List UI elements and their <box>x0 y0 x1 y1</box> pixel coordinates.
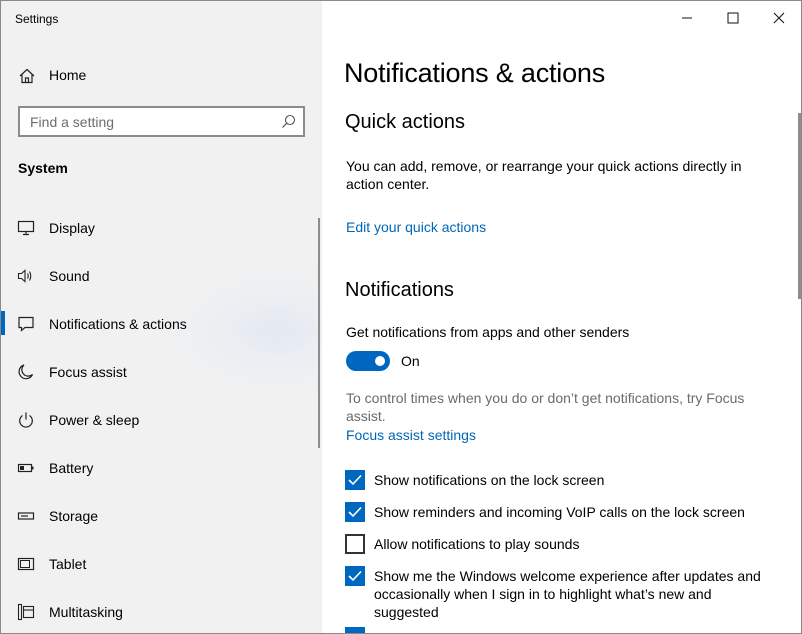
selection-indicator <box>1 311 5 335</box>
sidebar-item-display[interactable]: Display <box>1 207 319 247</box>
sidebar-item-label: Sound <box>49 268 90 284</box>
checkbox-label: Show me the Windows welcome experience a… <box>374 568 761 620</box>
sidebar-scrollbar[interactable] <box>318 218 320 448</box>
moon-icon <box>17 363 35 381</box>
sidebar-item-storage[interactable]: Storage <box>1 495 319 535</box>
checkbox[interactable] <box>345 566 365 586</box>
sidebar-item-label: Notifications & actions <box>49 316 187 332</box>
focus-assist-settings-link[interactable]: Focus assist settings <box>346 427 476 443</box>
notification-icon <box>17 315 35 333</box>
sidebar-item-sound[interactable]: Sound <box>1 255 319 295</box>
search-icon[interactable] <box>281 114 296 129</box>
main-scrollbar[interactable] <box>798 113 801 299</box>
home-icon <box>18 67 36 85</box>
get-notifications-label: Get notifications from apps and other se… <box>346 324 630 340</box>
monitor-icon <box>17 219 35 237</box>
sidebar-item-multitasking[interactable]: Multitasking <box>1 591 319 631</box>
checkbox[interactable] <box>345 470 365 490</box>
checkbox[interactable] <box>345 502 365 522</box>
sidebar-item-notifications[interactable]: Notifications & actions <box>1 303 319 343</box>
sidebar-item-label: Tablet <box>49 556 87 572</box>
page-title: Notifications & actions <box>344 58 606 88</box>
edit-quick-actions-link[interactable]: Edit your quick actions <box>346 219 486 235</box>
checkbox-label: Show reminders and incoming VoIP calls o… <box>374 504 745 520</box>
storage-icon <box>17 507 35 525</box>
toggle-state-label: On <box>401 353 420 369</box>
window-title: Settings <box>15 12 59 26</box>
checkbox[interactable] <box>345 534 365 554</box>
sidebar-item-tablet[interactable]: Tablet <box>1 543 319 583</box>
sidebar-item-focus-assist[interactable]: Focus assist <box>1 351 319 391</box>
sidebar-item-power-sleep[interactable]: Power & sleep <box>1 399 319 439</box>
sidebar-item-battery[interactable]: Battery <box>1 447 319 487</box>
tablet-icon <box>17 555 35 573</box>
checkbox-label: Show notifications on the lock screen <box>374 472 605 488</box>
notifications-heading: Notifications <box>345 279 454 301</box>
sidebar-item-label: Multitasking <box>49 604 123 620</box>
speaker-icon <box>17 267 35 285</box>
sidebar-item-label: Power & sleep <box>49 412 140 428</box>
search-box[interactable] <box>18 106 305 137</box>
battery-icon <box>17 459 35 477</box>
sidebar-item-label: Focus assist <box>49 364 127 380</box>
checkbox[interactable] <box>345 627 365 633</box>
section-label-system: System <box>18 160 68 176</box>
checkbox-label: Allow notifications to play sounds <box>374 536 580 552</box>
home-nav-item[interactable]: Home <box>1 59 322 91</box>
sidebar-item-label: Storage <box>49 508 99 524</box>
sidebar-item-label: Display <box>49 220 95 236</box>
quick-actions-description: You can add, remove, or rearrange your q… <box>346 158 742 192</box>
multitasking-icon <box>17 603 35 621</box>
power-icon <box>17 411 35 429</box>
search-input[interactable] <box>20 108 275 135</box>
quick-actions-heading: Quick actions <box>345 111 466 133</box>
toggle-knob <box>375 356 385 366</box>
notifications-toggle[interactable] <box>346 351 390 371</box>
focus-assist-hint: To control times when you do or don’t ge… <box>346 390 745 424</box>
home-label: Home <box>49 67 87 83</box>
sidebar-item-label: Battery <box>49 460 94 476</box>
settings-window: Settings Home System Display Sound <box>0 0 802 634</box>
main-content: Notifications & actions Quick actions Yo… <box>322 1 801 633</box>
checkmark-icon <box>348 570 362 582</box>
checkmark-icon <box>348 474 362 486</box>
checkmark-icon <box>348 506 362 518</box>
sidebar: Settings Home System Display Sound <box>1 1 322 633</box>
